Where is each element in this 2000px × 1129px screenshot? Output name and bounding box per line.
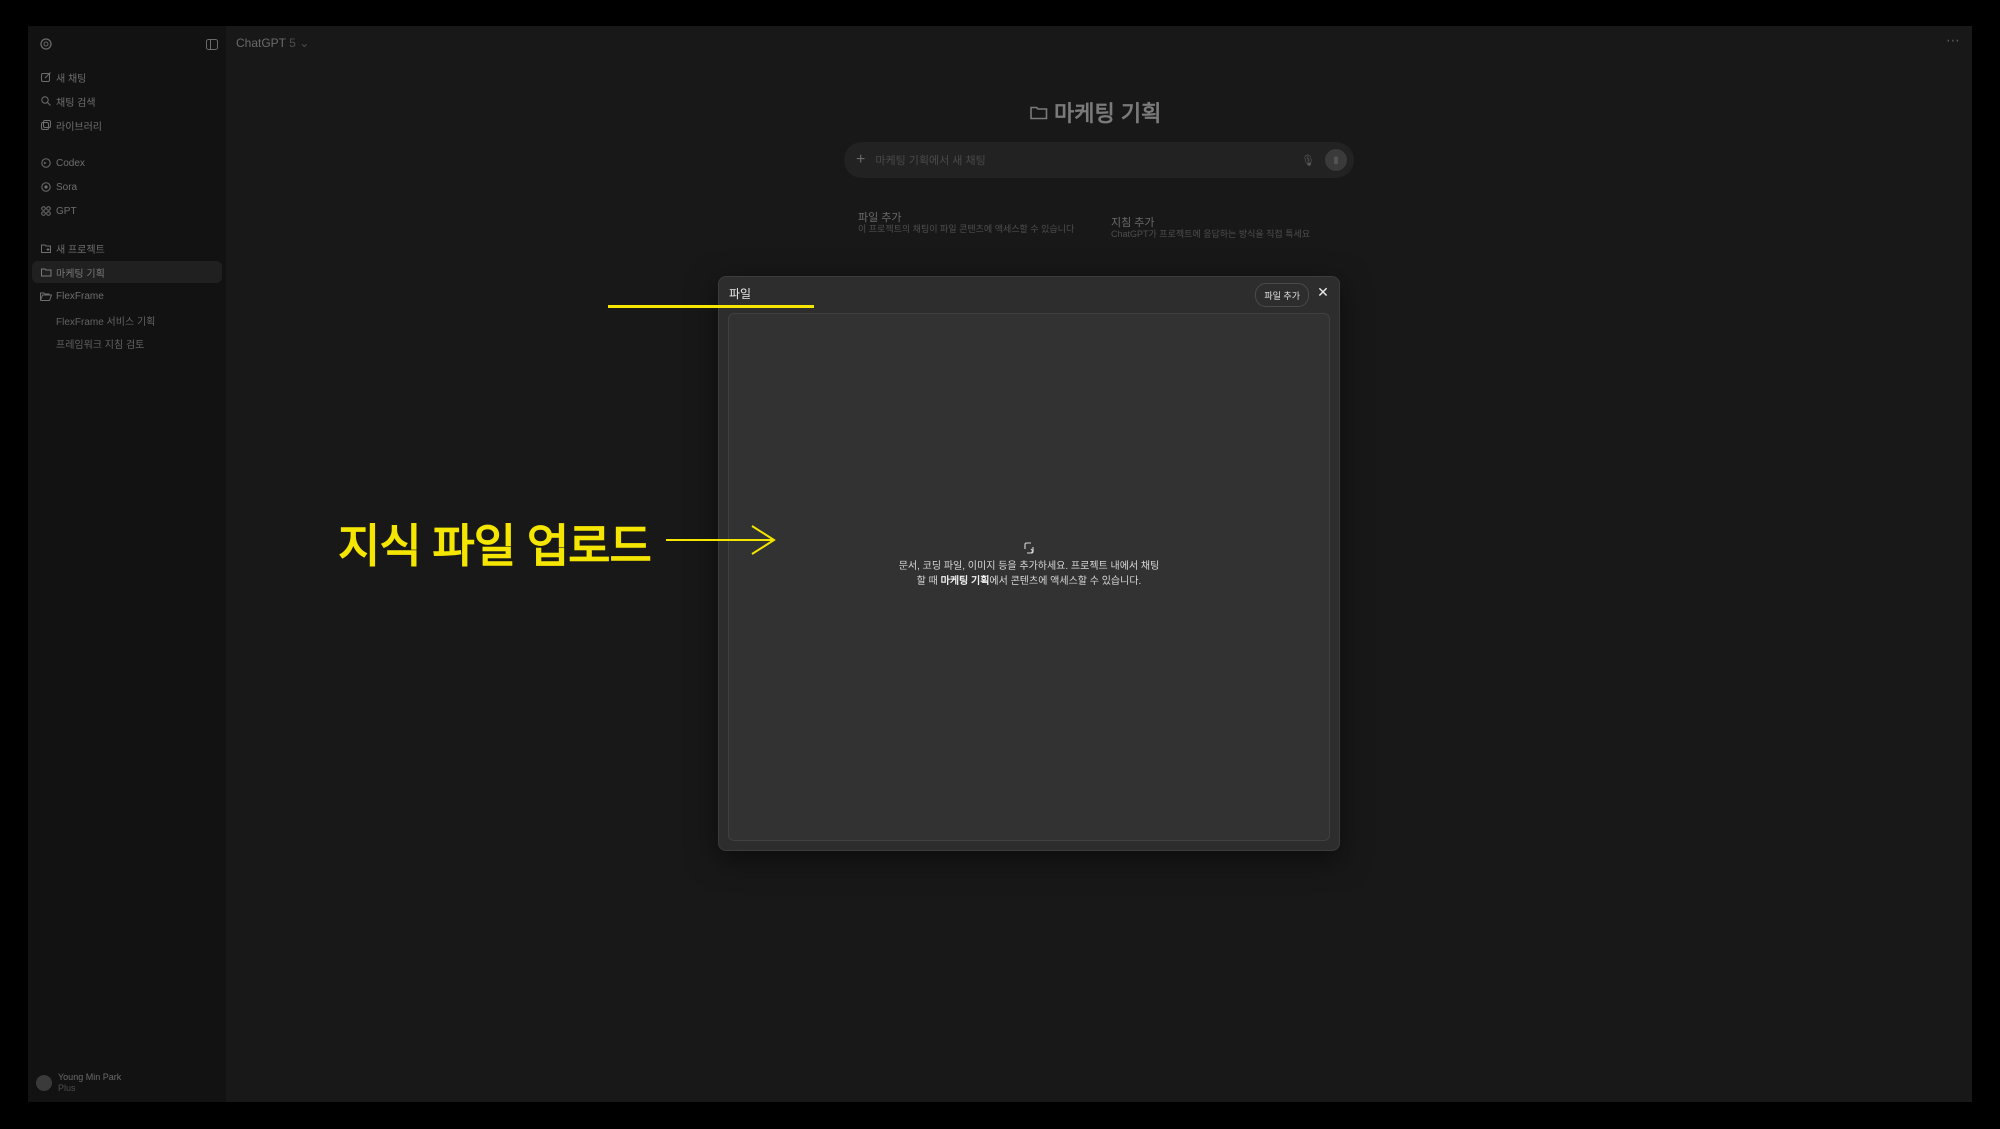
file-dropzone[interactable]: 문서, 코딩 파일, 이미지 등을 추가하세요. 프로젝트 내에서 채팅할 때 … <box>728 313 1330 841</box>
annotation-arrow-icon <box>666 525 776 555</box>
files-modal: 파일 파일 추가 ✕ 문서, 코딩 파일, 이미지 등을 추가하세요. 프로젝트… <box>718 276 1340 851</box>
dropzone-help-text: 문서, 코딩 파일, 이미지 등을 추가하세요. 프로젝트 내에서 채팅할 때 … <box>897 559 1161 589</box>
annotation-label: 지식 파일 업로드 <box>338 520 652 572</box>
annotation-underline <box>608 305 814 308</box>
app-window: 새 채팅 채팅 검색 라이브러리 Codex Sora GPT 새 프로젝트 마… <box>28 26 1972 1102</box>
upload-icon <box>1021 540 1037 556</box>
help-text-project-name: 마케팅 기획 <box>940 576 990 587</box>
close-icon[interactable]: ✕ <box>1315 284 1331 300</box>
modal-title: 파일 <box>729 287 752 301</box>
add-file-button[interactable]: 파일 추가 <box>1255 283 1309 307</box>
help-text-end: 에서 콘텐츠에 액세스할 수 있습니다. <box>989 576 1142 587</box>
